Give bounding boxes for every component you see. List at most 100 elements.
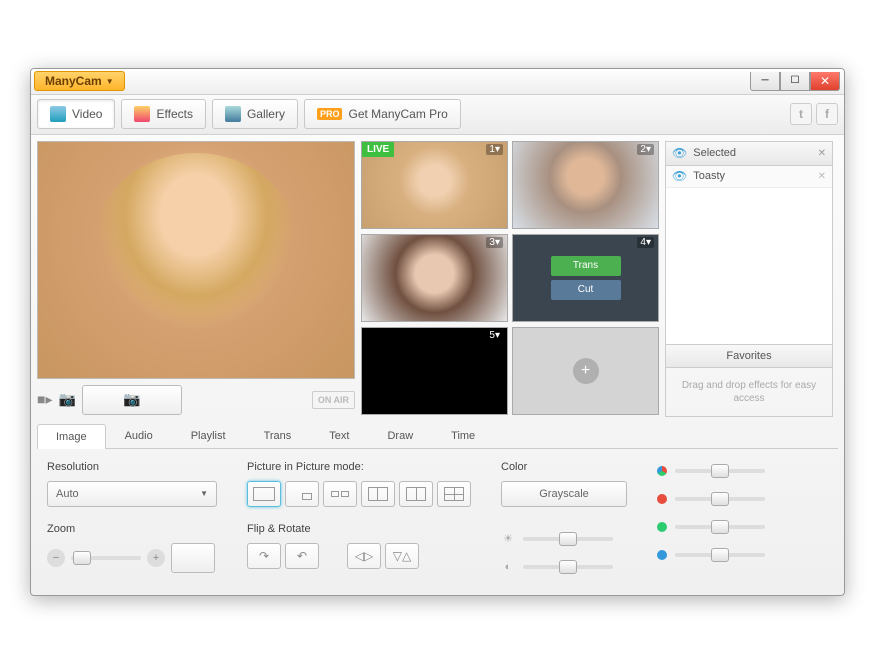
- source-tile-3[interactable]: 3▾: [361, 234, 508, 322]
- contrast-slider[interactable]: [523, 565, 613, 569]
- zoom-out-button[interactable]: −: [47, 549, 65, 567]
- green-slider[interactable]: [675, 525, 765, 529]
- brightness-slider[interactable]: [523, 537, 613, 541]
- window-controls: ─ ☐ ✕: [750, 72, 844, 91]
- eye-icon: 👁: [672, 146, 687, 160]
- red-row: [657, 489, 765, 509]
- effects-icon: [134, 106, 150, 122]
- pip-mode-1[interactable]: [247, 481, 281, 507]
- brightness-icon: ☀: [501, 532, 515, 545]
- blue-icon: [657, 550, 667, 560]
- tab-image[interactable]: Image: [37, 424, 106, 449]
- brightness-row: ☀: [501, 529, 627, 549]
- preview-controls: ■▸ 📷 📷 ON AIR: [37, 383, 355, 417]
- chevron-down-icon: ▼: [200, 489, 208, 498]
- rgb-slider[interactable]: [675, 469, 765, 473]
- preview-column: ■▸ 📷 📷 ON AIR: [37, 141, 355, 417]
- maximize-button[interactable]: ☐: [780, 72, 810, 91]
- pip-modes: [247, 481, 471, 507]
- tab-draw[interactable]: Draw: [368, 423, 432, 448]
- pip-mode-2[interactable]: [285, 481, 319, 507]
- red-icon: [657, 494, 667, 504]
- onair-badge: ON AIR: [312, 391, 355, 409]
- pip-flip-col: Picture in Picture mode: Flip & Rotate ↷…: [247, 461, 471, 577]
- color-col: Color Grayscale ☀ ◐: [501, 461, 627, 577]
- add-source-tile[interactable]: +: [512, 327, 659, 415]
- slider-thumb[interactable]: [711, 492, 729, 506]
- resolution-dropdown[interactable]: Auto ▼: [47, 481, 217, 507]
- source-grid: 1▾ 2▾ 3▾ 4▾ Trans Cut 5▾ +: [361, 141, 659, 417]
- slider-thumb[interactable]: [711, 548, 729, 562]
- close-selected-icon[interactable]: ✕: [818, 148, 826, 159]
- twitter-button[interactable]: t: [790, 103, 812, 125]
- slider-thumb[interactable]: [73, 551, 91, 565]
- tile4-trans-button[interactable]: Trans: [551, 256, 621, 276]
- zoom-region-button[interactable]: [171, 543, 215, 573]
- slider-thumb[interactable]: [559, 560, 577, 574]
- tile4-cut-button[interactable]: Cut: [551, 280, 621, 300]
- facebook-button[interactable]: f: [816, 103, 838, 125]
- get-pro-button[interactable]: PRO Get ManyCam Pro: [304, 99, 461, 129]
- chevron-down-icon: ▼: [106, 77, 114, 86]
- source-tile-5[interactable]: 5▾: [361, 327, 508, 415]
- color-label: Color: [501, 461, 627, 473]
- camera-rec-icon[interactable]: ■▸: [37, 391, 52, 408]
- flip-horizontal-button[interactable]: ◁▷: [347, 543, 381, 569]
- main-preview[interactable]: [37, 141, 355, 379]
- tab-audio[interactable]: Audio: [106, 423, 172, 448]
- pro-badge: PRO: [317, 108, 343, 120]
- eye-icon[interactable]: 👁: [672, 169, 687, 183]
- blue-row: [657, 545, 765, 565]
- pip-mode-5[interactable]: [399, 481, 433, 507]
- resolution-label: Resolution: [47, 461, 217, 473]
- zoom-in-button[interactable]: +: [147, 549, 165, 567]
- pip-mode-3[interactable]: [323, 481, 357, 507]
- contrast-row: ◐: [501, 557, 627, 577]
- plus-icon: +: [573, 358, 599, 384]
- app-menu-button[interactable]: ManyCam ▼: [34, 71, 125, 91]
- zoom-controls: − +: [47, 543, 217, 573]
- favorites-hint: Drag and drop effects for easy access: [666, 368, 832, 416]
- tab-effects[interactable]: Effects: [121, 99, 205, 129]
- flip-controls: ↷ ↶ ◁▷ ▽△: [247, 543, 471, 569]
- grayscale-button[interactable]: Grayscale: [501, 481, 627, 507]
- app-name: ManyCam: [45, 74, 102, 88]
- slider-thumb[interactable]: [711, 464, 729, 478]
- effects-list-empty: [666, 188, 832, 344]
- pip-mode-4[interactable]: [361, 481, 395, 507]
- tab-time[interactable]: Time: [432, 423, 494, 448]
- camera-still-icon[interactable]: 📷: [58, 391, 75, 408]
- settings-tabs: Image Audio Playlist Trans Text Draw Tim…: [37, 423, 838, 449]
- remove-effect-icon[interactable]: ✕: [818, 171, 826, 182]
- favorites-header[interactable]: Favorites: [666, 344, 832, 368]
- slider-thumb[interactable]: [711, 520, 729, 534]
- rotate-ccw-button[interactable]: ↶: [285, 543, 319, 569]
- effects-sidebar: 👁 Selected ✕ 👁 Toasty ✕ Favorites Drag a…: [665, 141, 833, 417]
- effect-item-toasty[interactable]: 👁 Toasty ✕: [666, 166, 832, 188]
- snapshot-button[interactable]: 📷: [82, 385, 182, 415]
- pip-label: Picture in Picture mode:: [247, 461, 471, 473]
- close-button[interactable]: ✕: [810, 72, 840, 91]
- green-icon: [657, 522, 667, 532]
- source-tile-1[interactable]: 1▾: [361, 141, 508, 229]
- zoom-slider[interactable]: [71, 556, 141, 560]
- social-buttons: t f: [790, 103, 838, 125]
- tab-gallery[interactable]: Gallery: [212, 99, 298, 129]
- rgb-row: [657, 461, 765, 481]
- tab-playlist[interactable]: Playlist: [172, 423, 245, 448]
- content-area: ■▸ 📷 📷 ON AIR 1▾ 2▾ 3▾ 4▾ Trans Cut 5▾ +…: [31, 135, 844, 423]
- gallery-icon: [225, 106, 241, 122]
- tab-trans[interactable]: Trans: [245, 423, 311, 448]
- red-slider[interactable]: [675, 497, 765, 501]
- blue-slider[interactable]: [675, 553, 765, 557]
- source-tile-2[interactable]: 2▾: [512, 141, 659, 229]
- source-tile-4[interactable]: 4▾ Trans Cut: [512, 234, 659, 322]
- bottom-panel: Image Audio Playlist Trans Text Draw Tim…: [31, 423, 844, 595]
- rotate-cw-button[interactable]: ↷: [247, 543, 281, 569]
- minimize-button[interactable]: ─: [750, 72, 780, 91]
- pip-mode-6[interactable]: [437, 481, 471, 507]
- tab-text[interactable]: Text: [310, 423, 368, 448]
- tab-video[interactable]: Video: [37, 99, 115, 129]
- flip-vertical-button[interactable]: ▽△: [385, 543, 419, 569]
- slider-thumb[interactable]: [559, 532, 577, 546]
